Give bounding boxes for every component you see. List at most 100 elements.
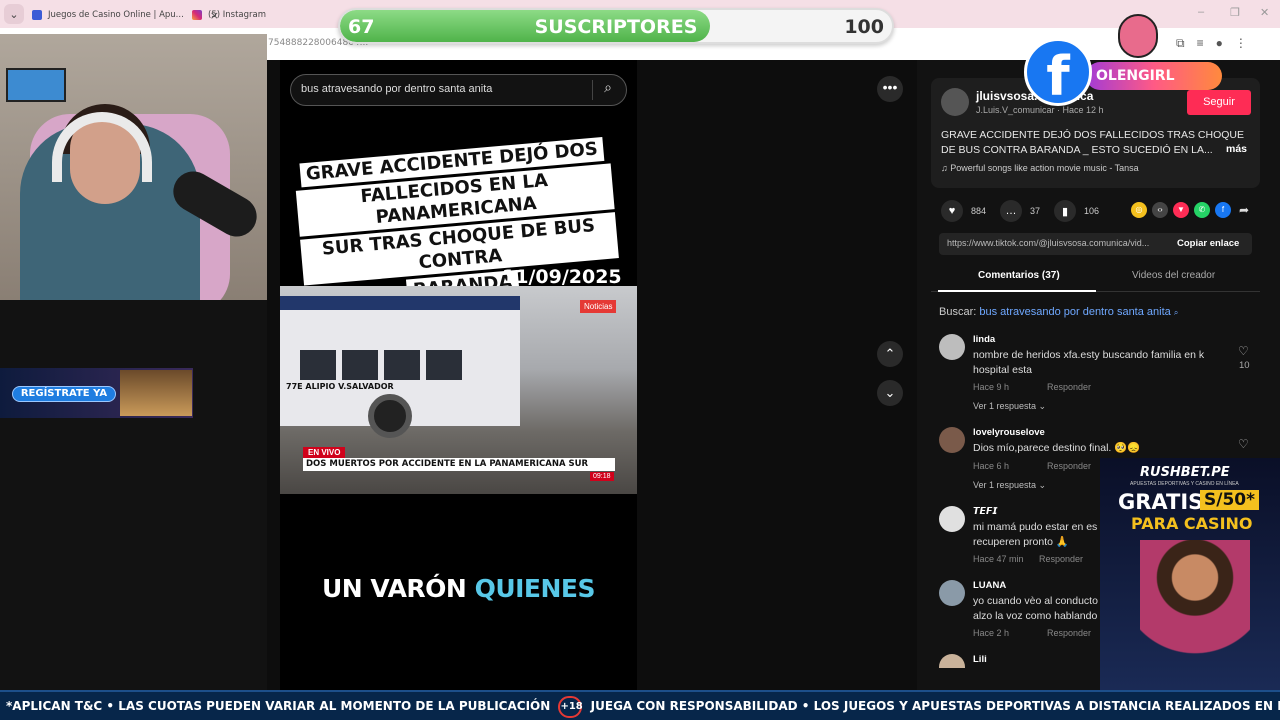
tab-creator-videos[interactable]: Videos del creador bbox=[1132, 270, 1215, 281]
close-window-icon[interactable]: ✕ bbox=[1260, 6, 1269, 19]
video-link[interactable]: https://www.tiktok.com/@jluisvsosa.comun… bbox=[947, 238, 1149, 248]
more-link[interactable]: más bbox=[1226, 143, 1247, 155]
comment-search-suggestion[interactable]: Buscar: bus atravesando por dentro santa… bbox=[939, 306, 1178, 318]
comment-item: linda nombre de heridos xfa.esty buscand… bbox=[939, 334, 1259, 414]
bus-route-text: 77E ALIPIO V.SALVADOR bbox=[286, 382, 394, 391]
view-replies-button[interactable]: Ver 1 respuesta ⌄ bbox=[973, 480, 1046, 491]
comment-icon[interactable]: … bbox=[1000, 200, 1023, 222]
comment-text: mi mamá pudo estar en es recuperen pront… bbox=[973, 521, 1098, 548]
reply-button[interactable]: Responder bbox=[1047, 461, 1091, 471]
previous-video-button[interactable]: ⌃ bbox=[877, 341, 903, 367]
post-description: GRAVE ACCIDENTE DEJÓ DOS FALLECIDOS TRAS… bbox=[941, 129, 1245, 156]
music-label[interactable]: ♫ Powerful songs like action movie music… bbox=[941, 163, 1139, 173]
whatsapp-icon[interactable]: ✆ bbox=[1194, 202, 1210, 218]
casino-favicon-icon bbox=[32, 10, 42, 20]
disclaimer-left: *APLICAN T&C • LAS CUOTAS PUEDEN VARIAR … bbox=[6, 699, 551, 713]
instagram-favicon-icon bbox=[192, 10, 202, 20]
saves-count: 106 bbox=[1084, 206, 1100, 216]
maximize-icon[interactable]: ❐ bbox=[1230, 6, 1240, 19]
register-button[interactable]: REGÍSTRATE YA bbox=[12, 386, 116, 402]
bus-window bbox=[300, 350, 336, 380]
comment-text: yo cuando vèo al conducto alzo la voz co… bbox=[973, 595, 1098, 622]
author-subtitle: J.Luis.V_comunicar · Hace 12 h bbox=[976, 105, 1104, 115]
search-icon[interactable]: ⌕ bbox=[598, 79, 618, 99]
video-date: 11/09/2025 bbox=[502, 266, 622, 288]
search-divider bbox=[592, 80, 593, 100]
commenter-avatar[interactable] bbox=[939, 506, 965, 532]
subscriber-goal-bar: 67 SUSCRIPTORES 100 bbox=[338, 8, 894, 44]
commenter-avatar[interactable] bbox=[939, 334, 965, 360]
extension-icons: ⧉ ≡ ● ⋮ bbox=[1176, 36, 1247, 51]
age-restriction-badge: +18 bbox=[558, 695, 583, 718]
bookmark-icon[interactable]: ▮ bbox=[1054, 200, 1077, 222]
cat-mascot-icon bbox=[1118, 14, 1158, 58]
rushbet-tagline: APUESTAS DEPORTIVAS Y CASINO EN LÍNEA bbox=[1130, 481, 1239, 487]
send-icon[interactable]: ▼ bbox=[1173, 202, 1189, 218]
tab-search-button[interactable]: ⌄ bbox=[4, 4, 24, 24]
webcam-feed bbox=[0, 34, 267, 300]
comment-text: nombre de heridos xfa.esty buscando fami… bbox=[973, 349, 1205, 376]
next-video-button[interactable]: ⌄ bbox=[877, 380, 903, 406]
search-icon: ⌕ bbox=[1173, 308, 1179, 317]
tab-casino-label: Juegos de Casino Online | Apu... bbox=[48, 10, 184, 20]
live-badge: EN VIVO bbox=[303, 447, 346, 458]
reply-button[interactable]: Responder bbox=[1047, 382, 1091, 392]
copy-link-button[interactable]: Copiar enlace bbox=[1177, 238, 1239, 249]
tab-comments[interactable]: Comentarios (37) bbox=[978, 270, 1060, 281]
commenter-name[interactable]: 𝙏𝙀𝙁𝙄 bbox=[973, 506, 997, 517]
reply-button[interactable]: Responder bbox=[1047, 628, 1091, 638]
more-options-button[interactable]: ••• bbox=[877, 76, 903, 102]
bus-window bbox=[342, 350, 378, 380]
embed-icon[interactable]: ‹› bbox=[1152, 202, 1168, 218]
bus-window bbox=[426, 350, 462, 380]
likes-count: 884 bbox=[971, 206, 987, 216]
active-tab-indicator bbox=[938, 290, 1096, 292]
author-avatar[interactable] bbox=[941, 88, 969, 116]
casino-ad-image bbox=[120, 370, 192, 416]
share-arrow-icon[interactable]: ➦ bbox=[1236, 202, 1252, 218]
view-replies-button[interactable]: Ver 1 respuesta ⌄ bbox=[973, 401, 1046, 412]
action-row: ♥ 884 … 37 ▮ 106 bbox=[941, 200, 1099, 222]
news-ticker: DOS MUERTOS POR ACCIDENTE EN LA PANAMERI… bbox=[303, 458, 615, 471]
rushbet-gratis: GRATIS bbox=[1118, 490, 1204, 514]
caption-highlight: QUIENES bbox=[474, 574, 596, 603]
coin-icon[interactable]: ◎ bbox=[1131, 202, 1147, 218]
facebook-handle: OLENGIRL bbox=[1086, 62, 1222, 90]
facebook-logo-icon: f bbox=[1024, 38, 1092, 108]
commenter-avatar[interactable] bbox=[939, 654, 965, 668]
search-query-text[interactable]: bus atravesando por dentro santa anita bbox=[301, 83, 492, 95]
commenter-avatar[interactable] bbox=[939, 580, 965, 606]
facebook-share-icon[interactable]: f bbox=[1215, 202, 1231, 218]
heart-outline-icon[interactable]: ♡ bbox=[1238, 344, 1249, 358]
commenter-name[interactable]: linda bbox=[973, 334, 995, 345]
commenter-name[interactable]: lovelyrouselove bbox=[973, 427, 1045, 438]
commenter-avatar[interactable] bbox=[939, 427, 965, 453]
subscriber-goal: 100 bbox=[844, 16, 884, 38]
webcam-background-tv bbox=[6, 68, 66, 102]
caption-plain: UN VARÓN bbox=[321, 574, 467, 603]
photo-tag: Noticias bbox=[580, 300, 617, 313]
minimize-icon[interactable]: – bbox=[1198, 6, 1204, 18]
heart-outline-icon[interactable]: ♡ bbox=[1238, 437, 1249, 451]
bus-window bbox=[384, 350, 420, 380]
extensions-icon[interactable]: ⧉ bbox=[1176, 36, 1185, 51]
disclaimer-ticker: *APLICAN T&C • LAS CUOTAS PUEDEN VARIAR … bbox=[0, 690, 1280, 720]
comment-time: Hace 2 h bbox=[973, 628, 1010, 638]
tab-instagram-label: (5) Instagram bbox=[208, 10, 266, 20]
disclaimer-right: JUEGA CON RESPONSABILIDAD • LOS JUEGOS Y… bbox=[590, 699, 1280, 713]
tab-casino[interactable]: Juegos de Casino Online | Apu... × bbox=[32, 4, 219, 26]
search-suggestion-link[interactable]: bus atravesando por dentro santa anita bbox=[979, 306, 1170, 318]
heart-icon[interactable]: ♥ bbox=[941, 200, 963, 222]
media-icon[interactable]: ≡ bbox=[1197, 36, 1204, 51]
follow-button[interactable]: Seguir bbox=[1187, 90, 1251, 115]
profile-icon[interactable]: ● bbox=[1216, 36, 1223, 51]
rushbet-logo: RUSHBET.PE bbox=[1140, 465, 1230, 480]
menu-icon[interactable]: ⋮ bbox=[1235, 36, 1247, 51]
rushbet-ad-model bbox=[1140, 540, 1250, 690]
bus-wheel bbox=[368, 394, 412, 438]
comments-count: 37 bbox=[1030, 206, 1041, 216]
tab-instagram[interactable]: (5) Instagram × bbox=[192, 4, 353, 26]
commenter-name[interactable]: Lili bbox=[973, 654, 987, 665]
commenter-name[interactable]: LUANA bbox=[973, 580, 1006, 591]
reply-button[interactable]: Responder bbox=[1039, 554, 1083, 564]
